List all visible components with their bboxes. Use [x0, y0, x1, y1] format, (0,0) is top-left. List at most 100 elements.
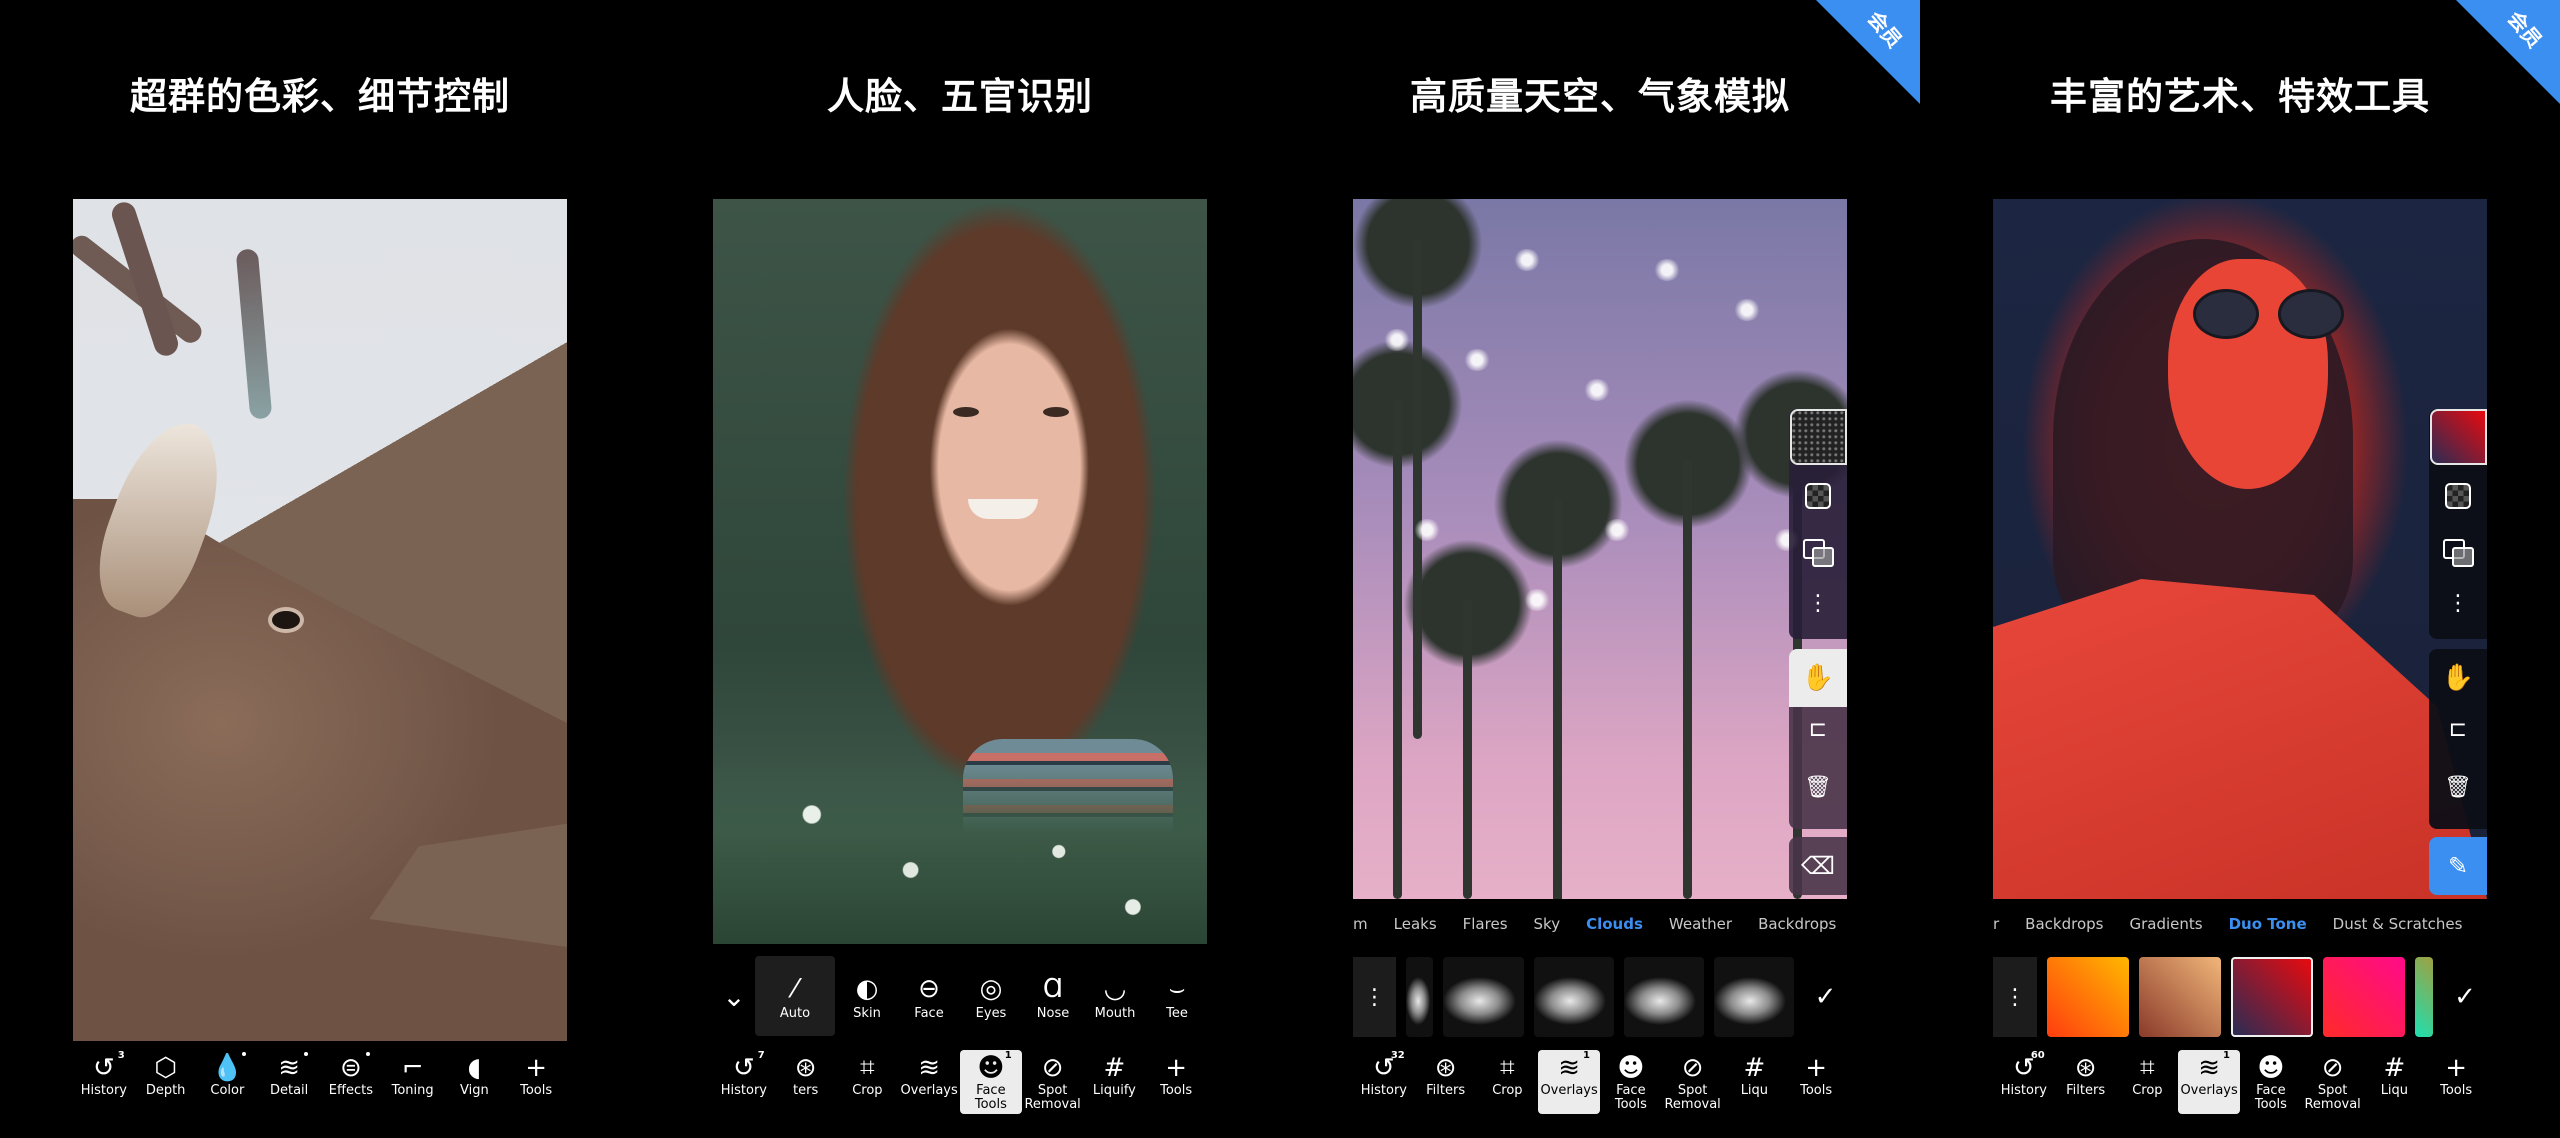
tool-tools[interactable]: + Tools — [1785, 1050, 1847, 1114]
tool-spot-removal[interactable]: ⊘ Spot Removal — [1662, 1050, 1724, 1114]
palm-trunk — [1463, 599, 1472, 899]
tool-crop[interactable]: ⌗ Crop — [837, 1050, 899, 1114]
tool-face-tools[interactable]: ☻ Face Tools — [1600, 1050, 1662, 1114]
category-tab[interactable]: Gradients — [2129, 915, 2202, 939]
category-tab[interactable]: Clouds — [1586, 915, 1643, 939]
toning-icon: ⌐ — [401, 1053, 424, 1083]
tool-detail[interactable]: ≋ Detail — [258, 1050, 320, 1114]
tool-history[interactable]: ↺ History 7 — [713, 1050, 775, 1114]
face-tool-skin[interactable]: ◐ Skin — [837, 972, 897, 1021]
face-tool-mouth[interactable]: ◡ Mouth — [1085, 972, 1145, 1021]
tool-crop[interactable]: ⌗ Crop — [2117, 1050, 2179, 1114]
tool-color[interactable]: 💧 Color — [197, 1050, 259, 1114]
category-tab[interactable]: Flares — [1463, 915, 1508, 939]
delete-button[interactable]: 🗑 — [2429, 775, 2487, 800]
delete-button[interactable]: 🗑 — [1789, 775, 1847, 800]
collapse-button[interactable]: ⌄ — [713, 980, 755, 1013]
count-badge: 1 — [1004, 1050, 1012, 1061]
tool-effects[interactable]: ⊜ Effects — [320, 1050, 382, 1114]
apply-button[interactable]: ✓ — [2443, 982, 2487, 1012]
duotone-swatch[interactable] — [2047, 957, 2129, 1037]
crop-icon: ⌗ — [860, 1053, 875, 1083]
tool-filters[interactable]: ⊛ Filters — [2055, 1050, 2117, 1114]
more-button[interactable]: ⋮ — [2429, 591, 2487, 616]
eyedropper-button[interactable]: ✎ — [2429, 837, 2487, 895]
category-tab[interactable]: m — [1353, 915, 1368, 939]
filters-icon: ⊛ — [1434, 1053, 1457, 1083]
tool-overlays[interactable]: ≋ Overlays 1 — [1538, 1050, 1600, 1114]
blend-mode-button[interactable] — [2429, 483, 2487, 515]
face-tools-icon: ☻ — [977, 1053, 1005, 1083]
overlay-thumbnail[interactable] — [2430, 409, 2487, 465]
tool-spot-removal[interactable]: ⊘ Spot Removal — [1022, 1050, 1084, 1114]
duotone-swatch[interactable] — [2323, 957, 2405, 1037]
snow-particle — [1583, 379, 1611, 401]
cloud-overlay-thumbnail[interactable] — [1623, 957, 1704, 1037]
tool-vign[interactable]: ◖ Vign — [444, 1050, 506, 1114]
cloud-overlay-thumbnail[interactable] — [1533, 957, 1614, 1037]
eraser-button[interactable]: ⌫ — [1789, 837, 1847, 895]
bandage-icon: ⊘ — [1681, 1053, 1704, 1083]
eye-icon: ◎ — [979, 973, 1003, 1004]
tool-history[interactable]: ↺ History 32 — [1353, 1050, 1415, 1114]
cloud-overlay-thumbnail[interactable] — [1713, 957, 1795, 1037]
tool-filters[interactable]: ⊛ Filters — [1415, 1050, 1477, 1114]
face-tool-nose[interactable]: Ɑ Nose — [1023, 972, 1083, 1021]
tool-overlays[interactable]: ≋ Overlays 1 — [2178, 1050, 2240, 1114]
tool-toning[interactable]: ⌐ Toning — [382, 1050, 444, 1114]
duotone-swatch[interactable] — [2231, 957, 2313, 1037]
tool-tools[interactable]: + Tools — [1145, 1050, 1207, 1114]
blend-mode-button[interactable] — [1789, 483, 1847, 515]
tool-liquify[interactable]: # Liquify — [1084, 1050, 1146, 1114]
tool-tools[interactable]: + Tools — [505, 1050, 567, 1114]
more-options-button[interactable]: ⋮ — [1993, 957, 2037, 1037]
duotone-portrait-photo[interactable]: ⋮ ✋ ⊏ 🗑 ✎ — [1993, 199, 2487, 899]
tool-liqu[interactable]: # Liqu — [2364, 1050, 2426, 1114]
overlay-thumbnail[interactable] — [1790, 409, 1847, 465]
tool-depth[interactable]: ⬡ Depth — [135, 1050, 197, 1114]
eraser-icon: ⌫ — [1801, 852, 1835, 880]
apply-button[interactable]: ✓ — [1804, 982, 1847, 1012]
deer-photo[interactable] — [73, 199, 567, 1041]
layer-mode-button[interactable] — [1789, 539, 1847, 571]
compare-button[interactable]: ⊏ — [2429, 717, 2487, 742]
category-tab[interactable]: Dust & Scratches — [2333, 915, 2463, 939]
tool-tools[interactable]: + Tools — [2425, 1050, 2487, 1114]
more-options-button[interactable]: ⋮ — [1353, 957, 1397, 1037]
tool-liqu[interactable]: # Liqu — [1724, 1050, 1786, 1114]
tool-history[interactable]: ↺ History 3 — [73, 1050, 135, 1114]
tool-crop[interactable]: ⌗ Crop — [1477, 1050, 1539, 1114]
face-tool-tee[interactable]: ⌣ Tee — [1147, 972, 1207, 1021]
category-tab[interactable]: Duo Tone — [2229, 915, 2307, 939]
category-tab[interactable]: Weather — [1669, 915, 1732, 939]
cloud-overlay-thumbnail[interactable] — [1406, 957, 1434, 1037]
tool-face-tools[interactable]: ☻ Face Tools 1 — [960, 1050, 1022, 1114]
duotone-swatch[interactable] — [2139, 957, 2221, 1037]
hand-button[interactable]: ✋ — [2429, 649, 2487, 707]
category-tab[interactable]: Backdrops — [1758, 915, 1836, 939]
hand-button[interactable]: ✋ — [1789, 649, 1847, 707]
cloud-overlay-thumbnail[interactable] — [1443, 957, 1524, 1037]
category-tab[interactable]: r — [1993, 915, 1999, 939]
category-tab[interactable]: Sky — [1534, 915, 1561, 939]
tool-spot-removal[interactable]: ⊘ Spot Removal — [2302, 1050, 2364, 1114]
overlay-category-tabs: mLeaksFlaresSkyCloudsWeatherBackdropsG — [1353, 915, 1847, 939]
eyedropper-icon: ✎ — [2447, 852, 2469, 880]
palm-trees-photo[interactable]: ⋮ ✋ ⊏ 🗑 ⌫ — [1353, 199, 1847, 899]
category-tab[interactable]: Leaks — [1394, 915, 1437, 939]
tool-face-tools[interactable]: ☻ Face Tools — [2240, 1050, 2302, 1114]
duotone-swatch[interactable] — [2415, 957, 2433, 1037]
face-tool-face[interactable]: ⊖ Face — [899, 972, 959, 1021]
portrait-photo[interactable] — [713, 199, 1207, 944]
tool-ters[interactable]: ⊛ ters — [775, 1050, 837, 1114]
overlay-thumbnails: ⋮ ✓ — [1353, 956, 1847, 1038]
compare-button[interactable]: ⊏ — [1789, 717, 1847, 742]
layer-mode-button[interactable] — [2429, 539, 2487, 571]
category-tab[interactable]: Backdrops — [2025, 915, 2103, 939]
face-tool-auto[interactable]: ⁄ Auto — [755, 956, 835, 1036]
tool-history[interactable]: ↺ History 60 — [1993, 1050, 2055, 1114]
more-button[interactable]: ⋮ — [1789, 591, 1847, 616]
more-vertical-icon: ⋮ — [1363, 984, 1386, 1010]
face-tool-eyes[interactable]: ◎ Eyes — [961, 972, 1021, 1021]
tool-overlays[interactable]: ≋ Overlays — [898, 1050, 960, 1114]
